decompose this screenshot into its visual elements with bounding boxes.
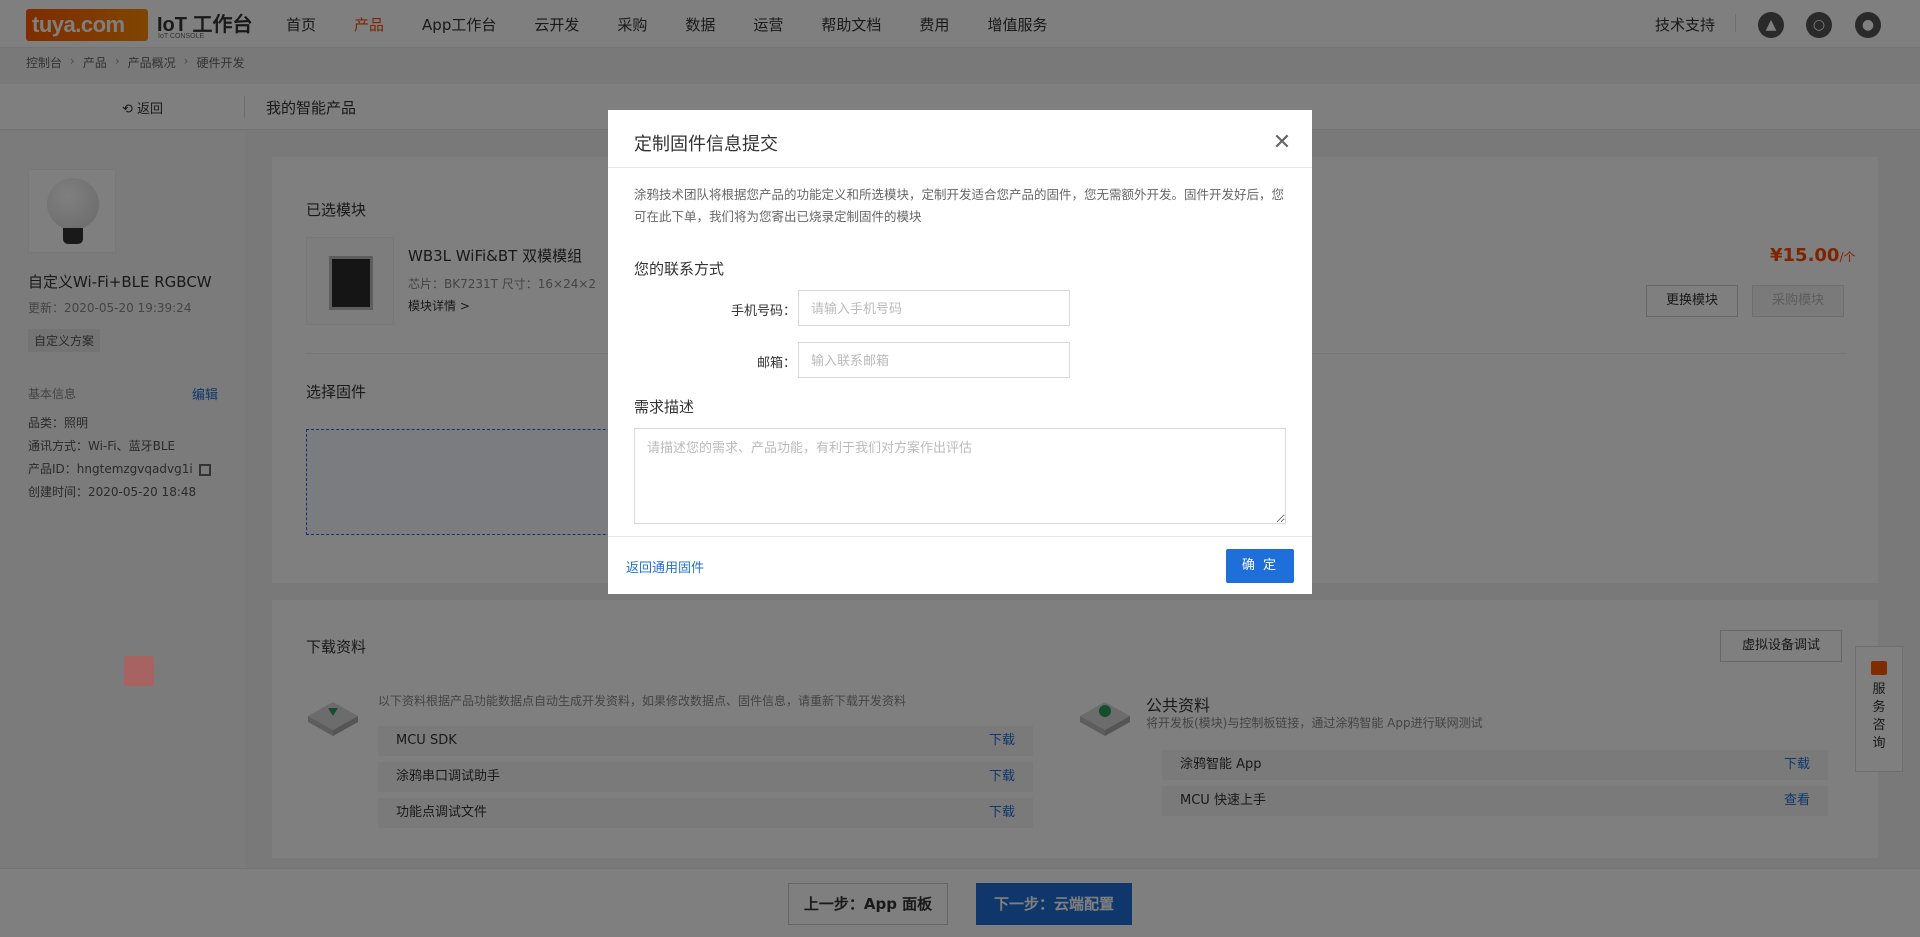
requirement-textarea[interactable]: [634, 428, 1286, 524]
phone-input[interactable]: [798, 290, 1070, 326]
back-to-generic-firmware-link[interactable]: 返回通用固件: [626, 557, 704, 576]
modal-footer: 返回通用固件 确 定: [608, 536, 1312, 594]
requirement-section-title: 需求描述: [634, 398, 695, 416]
email-input[interactable]: [798, 342, 1070, 378]
confirm-button[interactable]: 确 定: [1226, 549, 1294, 583]
contact-section-title: 您的联系方式: [634, 260, 725, 278]
modal-description: 涂鸦技术团队将根据您产品的功能定义和所选模块，定制开发适合您产品的固件，您无需额…: [634, 187, 1285, 224]
phone-label: 手机号码：: [730, 304, 796, 319]
close-icon[interactable]: ✕: [1272, 132, 1292, 154]
modal-title: 定制固件信息提交: [634, 134, 778, 155]
modal-header: 定制固件信息提交 ✕: [608, 110, 1312, 168]
custom-firmware-dialog: 定制固件信息提交 ✕ 涂鸦技术团队将根据您产品的功能定义和所选模块，定制开发适合…: [608, 110, 1312, 594]
floating-search-icon: [124, 656, 154, 686]
email-label: 邮箱：: [756, 356, 796, 371]
